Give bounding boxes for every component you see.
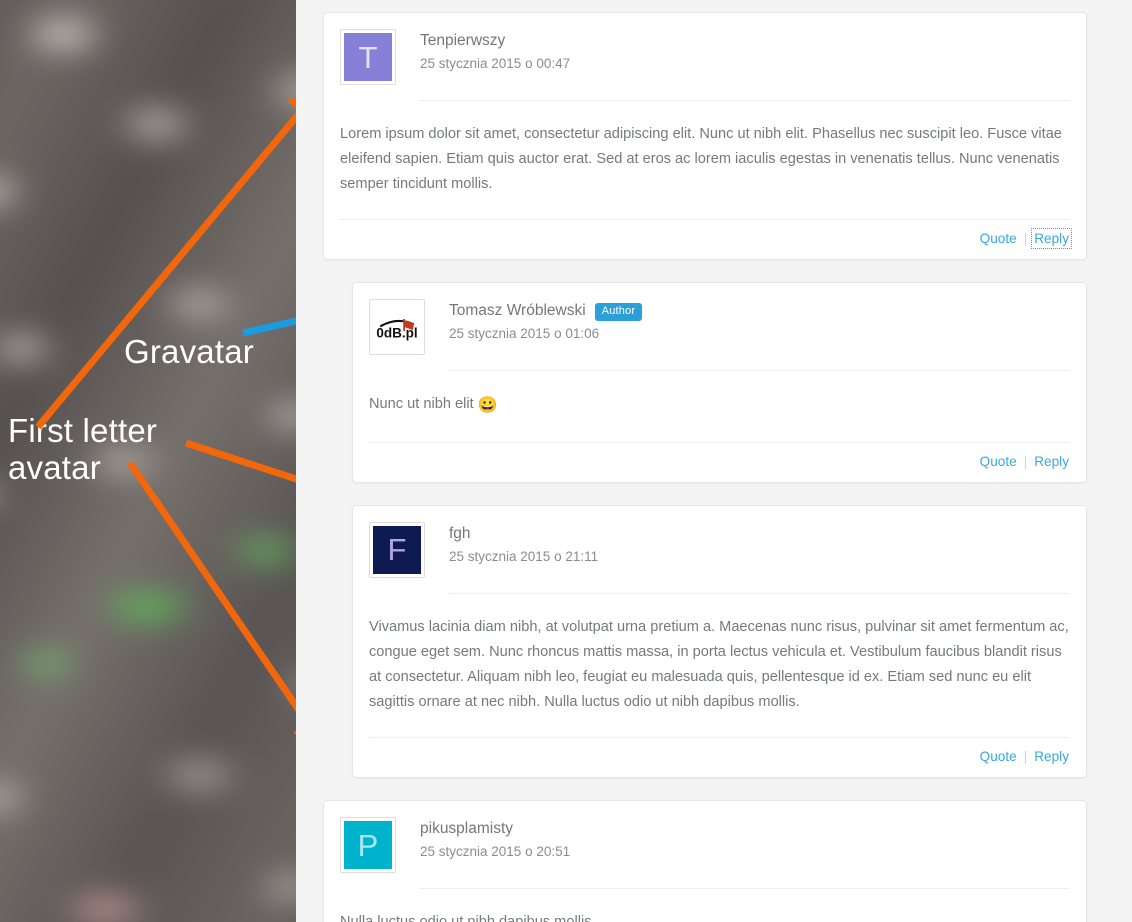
- action-separator: |: [1023, 749, 1028, 765]
- comment-body: Vivamus lacinia diam nibh, at volutpat u…: [353, 594, 1086, 737]
- gravatar-logo-icon: 0dB.pl: [373, 303, 421, 352]
- first-letter-avatar: T: [340, 29, 396, 85]
- annotation-label-first-letter-avatar: First letter avatar: [8, 412, 158, 486]
- comment-body: Nulla luctus odio ut nibh dapibus mollis…: [324, 889, 1086, 922]
- comment-header: T Tenpierwszy 25 stycznia 2015 o 00:47: [324, 13, 1086, 85]
- comment-list: T Tenpierwszy 25 stycznia 2015 o 00:47 Lore…: [323, 12, 1087, 922]
- comment-date: 25 stycznia 2015 o 21:11: [449, 548, 599, 564]
- action-separator: |: [1023, 231, 1028, 247]
- comment-date: 25 stycznia 2015 o 01:06: [449, 326, 600, 342]
- comment-meta: Tenpierwszy 25 stycznia 2015 o 00:47: [396, 29, 1070, 72]
- comments-panel: T Tenpierwszy 25 stycznia 2015 o 00:47 Lore…: [296, 0, 1132, 922]
- reply-link[interactable]: Reply: [1034, 454, 1069, 469]
- comment-header: Ppikusplamisty 25 stycznia 2015 o 20:51: [324, 801, 1086, 874]
- quote-link[interactable]: Quote: [980, 749, 1017, 764]
- avatar-letter: P: [344, 821, 392, 870]
- author-name: fgh: [449, 524, 471, 542]
- comment-actions: Quote | Reply: [353, 738, 1086, 777]
- comment-body-text: Vivamus lacinia diam nibh, at volutpat u…: [369, 618, 1069, 711]
- comment-date: 25 stycznia 2015 o 00:47: [420, 55, 571, 71]
- reply-link[interactable]: Reply: [1031, 228, 1072, 250]
- comment-header: 0dB.pl Tomasz Wróblewski Author 25 stycznia…: [353, 283, 1086, 356]
- comment-actions: Quote | Reply: [324, 220, 1086, 259]
- annotation-panel: Gravatar First letter avatar: [0, 0, 296, 922]
- screenshot-root: Gravatar First letter avatar T Tenpierwsz…: [0, 0, 1132, 922]
- comment-body: Nunc ut nibh elit 😀: [353, 371, 1086, 442]
- author-name: Tomasz Wróblewski: [449, 302, 586, 320]
- action-separator: |: [1023, 453, 1028, 469]
- comment-body: Lorem ipsum dolor sit amet, consectetur …: [324, 101, 1086, 219]
- comment-card: Ffgh 25 stycznia 2015 o 21:11 Vivamus laci…: [352, 504, 1087, 779]
- comment-meta: Tomasz Wróblewski Author 25 stycznia 2015 …: [425, 299, 1070, 342]
- comment-header: Ffgh 25 stycznia 2015 o 21:11: [353, 506, 1086, 578]
- comment-author: fgh: [449, 524, 1070, 545]
- author-name: pikusplamisty: [420, 820, 514, 838]
- quote-link[interactable]: Quote: [980, 454, 1017, 469]
- author-badge: Author: [594, 302, 643, 321]
- comment-author: Tomasz Wróblewski Author: [449, 301, 1070, 322]
- comment-card: T Tenpierwszy 25 stycznia 2015 o 00:47 Lore…: [323, 12, 1087, 261]
- reply-link[interactable]: Reply: [1034, 749, 1069, 764]
- first-letter-avatar: P: [340, 817, 396, 874]
- avatar-letter: F: [373, 525, 421, 574]
- comment-card: Ppikusplamisty 25 stycznia 2015 o 20:51 Nu…: [323, 800, 1087, 922]
- gravatar-logo-text: 0dB.pl: [376, 326, 417, 341]
- gravatar-avatar: 0dB.pl: [369, 299, 425, 356]
- avatar-letter: T: [344, 33, 392, 81]
- comment-author: pikusplamisty: [420, 819, 1070, 840]
- comment-actions: Quote | Reply: [353, 443, 1086, 482]
- annotation-label-gravatar: Gravatar: [124, 333, 254, 370]
- comment-card: 0dB.pl Tomasz Wróblewski Author 25 stycznia…: [352, 282, 1087, 483]
- comment-body-text: Nulla luctus odio ut nibh dapibus mollis…: [340, 914, 596, 922]
- author-name: Tenpierwszy: [420, 32, 506, 49]
- comment-body-text: Nunc ut nibh elit: [369, 396, 478, 413]
- smiley-emoji-icon: 😀: [477, 397, 498, 415]
- quote-link[interactable]: Quote: [980, 231, 1017, 246]
- first-letter-avatar: F: [369, 521, 425, 578]
- comment-meta: fgh 25 stycznia 2015 o 21:11: [425, 522, 1070, 565]
- comment-author: Tenpierwszy: [420, 31, 1070, 52]
- comment-body-text: Lorem ipsum dolor sit amet, consectetur …: [340, 126, 1062, 193]
- comment-date: 25 stycznia 2015 o 20:51: [420, 844, 571, 860]
- comment-meta: pikusplamisty 25 stycznia 2015 o 20:51: [396, 817, 1070, 860]
